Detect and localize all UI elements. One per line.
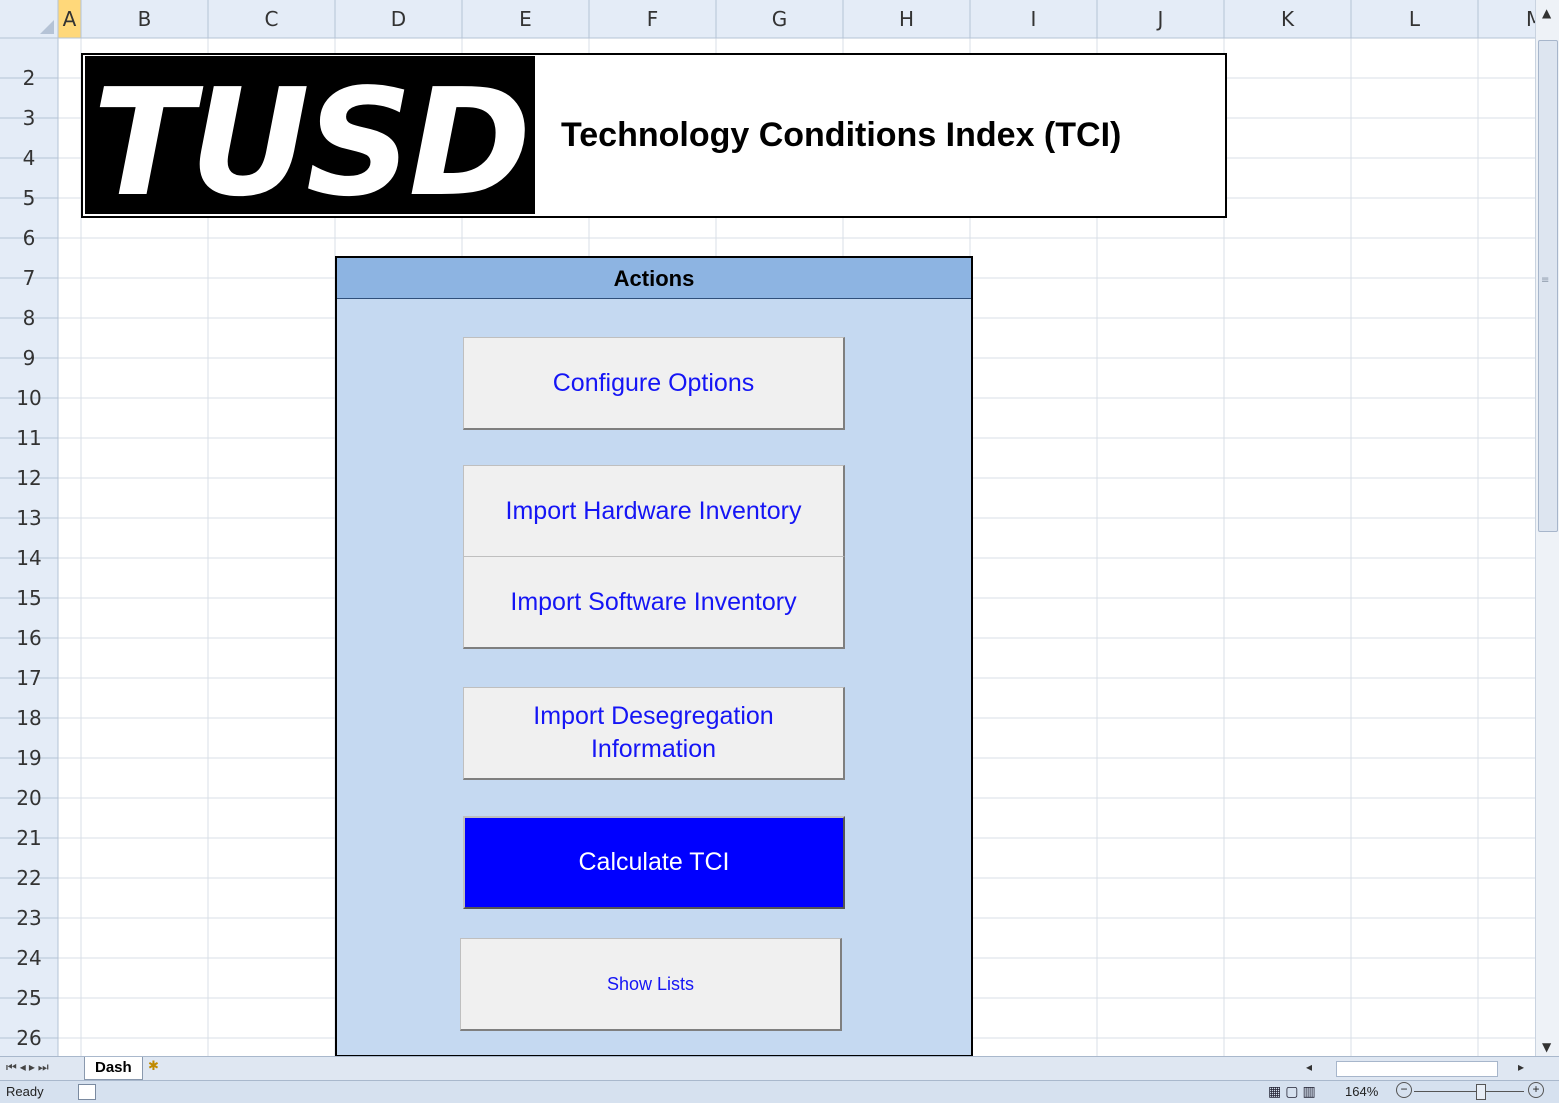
scroll-up-icon[interactable]: ▲ bbox=[1542, 6, 1551, 20]
vertical-scroll-thumb[interactable] bbox=[1538, 40, 1558, 532]
row-header-12[interactable]: 12 bbox=[0, 458, 58, 498]
import-software-label: Import Software Inventory bbox=[510, 587, 797, 616]
row-header-14[interactable]: 14 bbox=[0, 538, 58, 578]
column-header-e[interactable]: E bbox=[462, 0, 589, 38]
column-header-a[interactable]: A bbox=[58, 0, 81, 38]
zoom-slider-knob[interactable] bbox=[1476, 1084, 1486, 1100]
row-header-24[interactable]: 24 bbox=[0, 938, 58, 978]
configure-options-button[interactable]: Configure Options bbox=[463, 337, 845, 430]
tab-navigation-icons[interactable]: ⏮◂▸⏭ bbox=[6, 1060, 52, 1075]
zoom-slider[interactable] bbox=[1414, 1091, 1524, 1092]
import-hardware-inventory-button[interactable]: Import Hardware Inventory bbox=[463, 465, 845, 558]
sheet-tab-bar: ⏮◂▸⏭ Dash ✱ ◂ ▸ bbox=[0, 1056, 1559, 1081]
show-lists-button[interactable]: Show Lists bbox=[460, 938, 842, 1031]
column-header-m[interactable]: M bbox=[1478, 0, 1543, 38]
horizontal-scrollbar[interactable]: ◂ ▸ bbox=[1300, 1060, 1530, 1078]
column-header-k[interactable]: K bbox=[1224, 0, 1351, 38]
actions-header: Actions bbox=[337, 258, 971, 299]
configure-options-label: Configure Options bbox=[552, 368, 755, 397]
tusd-logo: TUSD bbox=[85, 56, 535, 214]
view-mode-icons[interactable]: ▦▢▥ bbox=[1268, 1083, 1320, 1100]
row-header-16[interactable]: 16 bbox=[0, 618, 58, 658]
row-header-22[interactable]: 22 bbox=[0, 858, 58, 898]
show-lists-label: Show Lists bbox=[606, 973, 695, 994]
column-header-i[interactable]: I bbox=[970, 0, 1097, 38]
row-header-2[interactable]: 2 bbox=[0, 58, 58, 98]
calculate-tci-button[interactable]: Calculate TCI bbox=[463, 816, 845, 909]
scroll-right-icon[interactable]: ▸ bbox=[1518, 1060, 1524, 1074]
status-bar: Ready ▦▢▥ 164% − + bbox=[0, 1080, 1559, 1103]
horizontal-scroll-track[interactable] bbox=[1336, 1061, 1498, 1077]
import-desegregation-information-button[interactable]: Import Desegregation Information bbox=[463, 687, 845, 780]
macro-recording-icon[interactable] bbox=[78, 1084, 96, 1100]
zoom-in-icon[interactable]: + bbox=[1528, 1082, 1544, 1098]
svg-text:TUSD: TUSD bbox=[93, 57, 528, 214]
scroll-down-icon[interactable]: ▼ bbox=[1542, 1040, 1551, 1054]
column-header-c[interactable]: C bbox=[208, 0, 335, 38]
page-title: Technology Conditions Index (TCI) bbox=[561, 116, 1122, 154]
row-header-21[interactable]: 21 bbox=[0, 818, 58, 858]
row-header-9[interactable]: 9 bbox=[0, 338, 58, 378]
column-header-h[interactable]: H bbox=[843, 0, 970, 38]
scroll-left-icon[interactable]: ◂ bbox=[1306, 1060, 1312, 1074]
import-desegregation-label-line1: Import Desegregation bbox=[533, 702, 774, 730]
row-header-5[interactable]: 5 bbox=[0, 178, 58, 218]
row-header-13[interactable]: 13 bbox=[0, 498, 58, 538]
row-header-17[interactable]: 17 bbox=[0, 658, 58, 698]
row-header-10[interactable]: 10 bbox=[0, 378, 58, 418]
import-hardware-label: Import Hardware Inventory bbox=[505, 496, 802, 525]
row-header-19[interactable]: 19 bbox=[0, 738, 58, 778]
scroll-grip-icon: ≡ bbox=[1541, 275, 1550, 286]
column-header-j[interactable]: J bbox=[1097, 0, 1224, 38]
sheet-tab-dash[interactable]: Dash bbox=[84, 1057, 143, 1080]
column-header-d[interactable]: D bbox=[335, 0, 462, 38]
column-header-b[interactable]: B bbox=[81, 0, 208, 38]
row-header-7[interactable]: 7 bbox=[0, 258, 58, 298]
calculate-tci-label: Calculate TCI bbox=[578, 848, 730, 876]
row-header-3[interactable]: 3 bbox=[0, 98, 58, 138]
column-header-f[interactable]: F bbox=[589, 0, 716, 38]
row-header-25[interactable]: 25 bbox=[0, 978, 58, 1018]
import-software-inventory-button[interactable]: Import Software Inventory bbox=[463, 556, 845, 649]
row-header-6[interactable]: 6 bbox=[0, 218, 58, 258]
status-text: Ready bbox=[6, 1084, 44, 1099]
row-header-20[interactable]: 20 bbox=[0, 778, 58, 818]
row-header-4[interactable]: 4 bbox=[0, 138, 58, 178]
zoom-level[interactable]: 164% bbox=[1345, 1084, 1378, 1099]
insert-sheet-icon[interactable]: ✱ bbox=[148, 1059, 174, 1077]
vertical-scrollbar[interactable]: ▲ ≡ ▼ bbox=[1535, 0, 1559, 1056]
actions-panel: Actions Configure Options Import Hardwar… bbox=[335, 256, 973, 1057]
row-header-15[interactable]: 15 bbox=[0, 578, 58, 618]
row-header-18[interactable]: 18 bbox=[0, 698, 58, 738]
zoom-out-icon[interactable]: − bbox=[1396, 1082, 1412, 1098]
column-header-l[interactable]: L bbox=[1351, 0, 1478, 38]
import-desegregation-label-line2: Information bbox=[590, 735, 717, 763]
row-header-11[interactable]: 11 bbox=[0, 418, 58, 458]
title-banner: TUSD Technology Conditions Index (TCI) bbox=[81, 53, 1227, 218]
row-header-23[interactable]: 23 bbox=[0, 898, 58, 938]
row-header-26[interactable]: 26 bbox=[0, 1018, 58, 1058]
row-header-8[interactable]: 8 bbox=[0, 298, 58, 338]
column-header-g[interactable]: G bbox=[716, 0, 843, 38]
